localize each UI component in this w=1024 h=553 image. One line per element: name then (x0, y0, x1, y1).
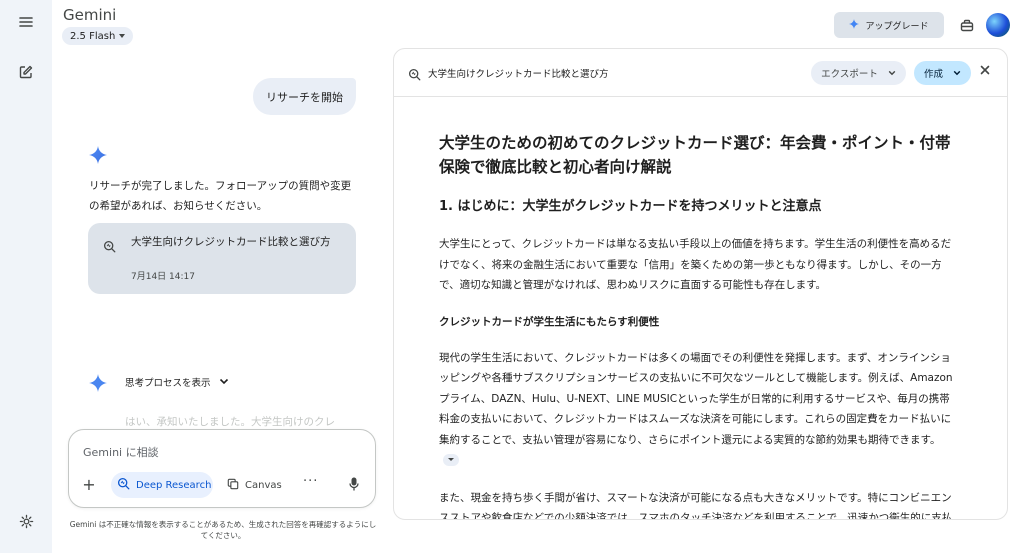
app-title: Gemini (63, 6, 117, 24)
canvas-icon (227, 478, 239, 493)
canvas-label: Canvas (245, 479, 282, 491)
prompt-input[interactable]: Gemini に相談 (83, 444, 159, 460)
more-tools-button[interactable]: ··· (303, 474, 318, 489)
chevron-down-icon (219, 377, 229, 388)
side-rail (0, 0, 52, 553)
research-report-card[interactable]: 大学生向けクレジットカード比較と選び方 7月14日 14:17 (88, 223, 356, 294)
add-attachment-button[interactable]: + (80, 475, 98, 495)
report-title: 大学生向けクレジットカード比較と選び方 (131, 236, 331, 248)
paragraph: また、現金を持ち歩く手間が省け、スマートな決済が可能になる点も大きなメリットです… (439, 491, 953, 520)
deep-research-toggle[interactable]: Deep Research (111, 472, 213, 498)
thinking-preview-text: はい、承知いたしました。大学生向けのクレ (125, 416, 335, 428)
microphone-button[interactable] (349, 476, 359, 495)
upgrade-label: アップグレード (865, 21, 929, 32)
assistant-reply: リサーチが完了しました。フォローアップの質問や変更の希望があれば、お知らせくださ… (89, 180, 352, 212)
close-icon (980, 63, 990, 79)
deep-research-icon (103, 238, 116, 257)
close-panel-button[interactable] (980, 63, 990, 79)
show-thinking-toggle[interactable]: 思考プロセスを表示 (125, 375, 229, 389)
section-heading: 1. はじめに：大学生がクレジットカードを持つメリットと注意点 (439, 199, 822, 214)
thinking-label: 思考プロセスを表示 (125, 378, 211, 389)
chevron-down-icon (888, 68, 896, 79)
user-message-text: リサーチを開始 (266, 90, 343, 104)
menu-icon[interactable] (14, 10, 38, 34)
deep-research-label: Deep Research (136, 479, 212, 491)
paragraph: 大学生にとって、クレジットカードは単なる支払い手段以上の価値を持ちます。学生生活… (439, 238, 952, 291)
gemini-sparkle-icon (89, 146, 107, 168)
deep-research-icon (117, 477, 130, 493)
settings-gear-icon[interactable] (14, 509, 38, 533)
deep-research-icon (408, 66, 421, 85)
more-dots-icon: ··· (303, 474, 319, 489)
gemini-sparkle-icon (89, 374, 107, 396)
panel-title: 大学生向けクレジットカード比較と選び方 (428, 69, 609, 80)
create-button[interactable]: 作成 (914, 61, 971, 85)
sparkle-icon (849, 18, 860, 32)
panel-header: 大学生向けクレジットカード比較と選び方 エクスポート 作成 (394, 49, 1007, 97)
export-button[interactable]: エクスポート (811, 61, 906, 85)
paragraph: 現代の学生生活において、クレジットカードは多くの場面でその利便性を発揮します。ま… (439, 348, 954, 471)
new-chat-icon[interactable] (14, 60, 38, 84)
user-message-bubble: リサーチを開始 (253, 78, 356, 115)
microphone-icon (349, 476, 359, 495)
chevron-down-icon (119, 34, 126, 38)
document-body: 大学生のための初めてのクレジットカード選び：年会費・ポイント・付帯保険で徹底比較… (439, 131, 954, 520)
paragraph-text: 現代の学生生活において、クレジットカードは多くの場面でその利便性を発揮します。ま… (439, 351, 953, 446)
subsection-heading: クレジットカードが学生生活にもたらす利便性 (439, 315, 660, 328)
document-panel: 大学生向けクレジットカード比較と選び方 エクスポート 作成 大学生のための初めて… (393, 48, 1008, 520)
upgrade-button[interactable]: アップグレード (834, 12, 944, 38)
chevron-down-icon (953, 68, 961, 79)
document-title: 大学生のための初めてのクレジットカード選び：年会費・ポイント・付帯保険で徹底比較… (439, 134, 951, 176)
prompt-composer: Gemini に相談 + Deep Research Canvas ··· (68, 429, 376, 508)
model-selector[interactable]: 2.5 Flash (62, 27, 134, 45)
export-label: エクスポート (821, 69, 878, 80)
main-area: Gemini 2.5 Flash アップグレード リサーチを開始 リサーチが完了… (52, 0, 1024, 553)
disclaimer-text: Gemini は不正確な情報を表示することがあるため、生成された回答を再確認する… (69, 520, 377, 540)
expand-citation-chip[interactable] (443, 454, 459, 466)
create-label: 作成 (923, 69, 943, 80)
apps-case-icon[interactable] (956, 14, 978, 36)
user-avatar[interactable] (986, 13, 1010, 37)
model-label: 2.5 Flash (70, 30, 116, 42)
report-date: 7月14日 14:17 (131, 272, 195, 282)
plus-icon: + (82, 475, 96, 494)
canvas-toggle[interactable]: Canvas (227, 472, 282, 498)
